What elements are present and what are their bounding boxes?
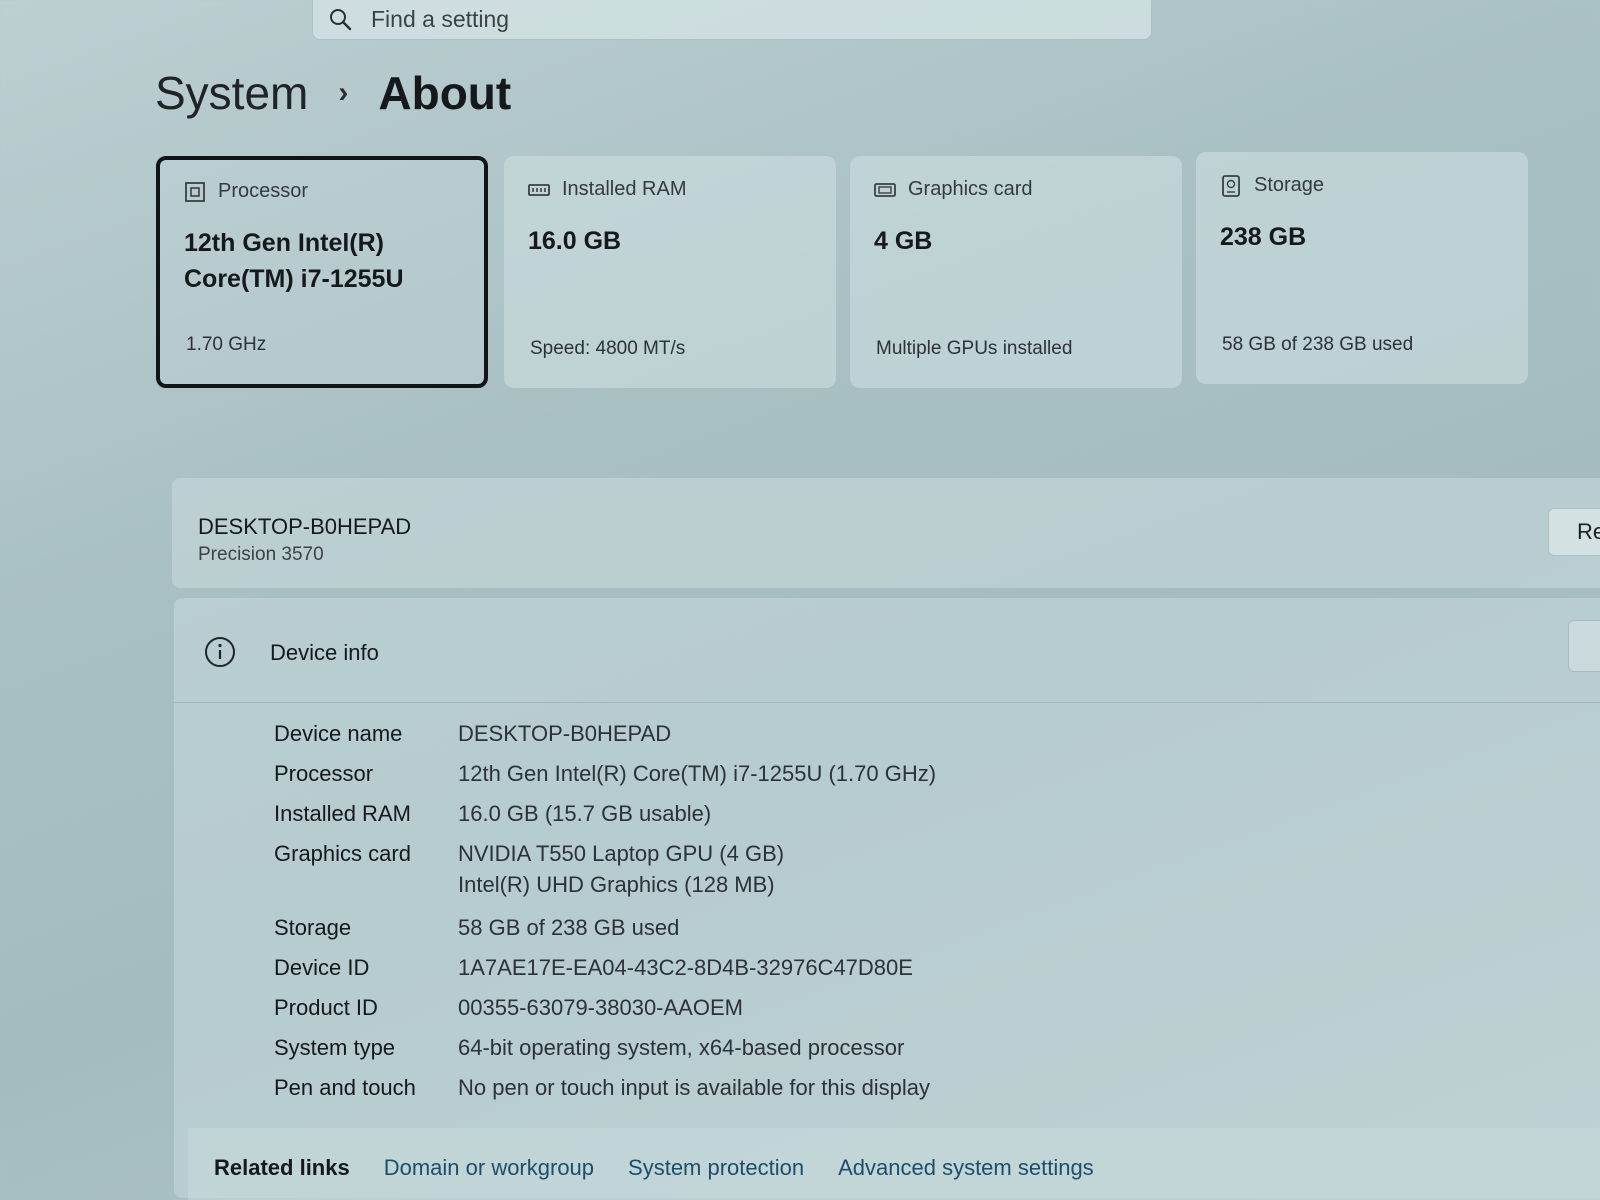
device-model: Precision 3570	[198, 544, 324, 565]
device-specs-list: Device name DESKTOP-B0HEPAD Processor 12th…	[274, 714, 936, 1108]
breadcrumb: System › About	[155, 66, 511, 120]
search-icon	[327, 6, 353, 32]
card-title: Installed RAM	[562, 178, 687, 200]
spec-row: Storage 58 GB of 238 GB used	[274, 908, 936, 948]
rename-button[interactable]: Re	[1548, 508, 1600, 556]
device-info-header[interactable]: Device info	[174, 598, 1600, 703]
spec-value: 1A7AE17E-EA04-43C2-8D4B-32976C47D80E	[458, 955, 913, 980]
card-value: 238 GB	[1220, 223, 1307, 251]
spec-row: System type 64-bit operating system, x64-…	[274, 1028, 936, 1068]
device-info-title: Device info	[270, 640, 379, 665]
collapse-button[interactable]	[1568, 620, 1600, 672]
link-advanced-system-settings[interactable]: Advanced system settings	[838, 1155, 1094, 1181]
graphics-card[interactable]: Graphics card 4 GB Multiple GPUs install…	[850, 156, 1182, 388]
processor-card[interactable]: Processor 12th Gen Intel(R) Core(TM) i7-…	[156, 156, 488, 388]
device-info-panel: Device info Device name DESKTOP-B0HEPAD P…	[174, 598, 1600, 1198]
card-subtext: 1.70 GHz	[186, 334, 267, 355]
info-icon	[204, 636, 236, 668]
related-links-bar: Related links Domain or workgroup System…	[188, 1128, 1600, 1200]
search-box[interactable]	[312, 0, 1152, 40]
spec-row: Device ID 1A7AE17E-EA04-43C2-8D4B-32976C4…	[274, 948, 936, 988]
link-system-protection[interactable]: System protection	[628, 1155, 804, 1181]
spec-key: Graphics card	[274, 841, 411, 866]
spec-key: Device ID	[274, 955, 370, 980]
spec-row: Processor 12th Gen Intel(R) Core(TM) i7-1…	[274, 754, 936, 794]
page-title: About	[378, 67, 512, 119]
spec-value: 64-bit operating system, x64-based proce…	[458, 1035, 905, 1060]
processor-icon	[184, 181, 206, 203]
spec-value: 16.0 GB (15.7 GB usable)	[458, 801, 712, 826]
spec-row: Device name DESKTOP-B0HEPAD	[274, 714, 936, 754]
card-subtext: 58 GB of 238 GB used	[1222, 334, 1414, 355]
card-title: Processor	[218, 180, 309, 202]
spec-key: Storage	[274, 915, 352, 940]
card-subtext: Speed: 4800 MT/s	[530, 338, 686, 359]
spec-value: 58 GB of 238 GB used	[458, 915, 680, 940]
spec-value: NVIDIA T550 Laptop GPU (4 GB) Intel(R) UH…	[458, 838, 784, 900]
card-value: 4 GB	[874, 227, 933, 255]
spec-key: Device name	[274, 721, 403, 746]
spec-value-line: NVIDIA T550 Laptop GPU (4 GB)	[458, 841, 785, 866]
card-subtext: Multiple GPUs installed	[876, 338, 1073, 359]
ram-card[interactable]: Installed RAM 16.0 GB Speed: 4800 MT/s	[504, 156, 836, 388]
card-title: Graphics card	[908, 178, 1033, 200]
search-input[interactable]	[369, 4, 1073, 34]
spec-row: Pen and touch No pen or touch input is av…	[274, 1068, 936, 1108]
card-title: Storage	[1254, 174, 1325, 196]
spec-row: Installed RAM 16.0 GB (15.7 GB usable)	[274, 794, 936, 834]
spec-value-line: Intel(R) UHD Graphics (128 MB)	[458, 872, 775, 897]
spec-row: Graphics card NVIDIA T550 Laptop GPU (4 G…	[274, 838, 936, 900]
storage-card[interactable]: Storage 238 GB 58 GB of 238 GB used	[1196, 152, 1528, 384]
spec-key: Installed RAM	[274, 801, 411, 826]
spec-key: System type	[274, 1035, 396, 1060]
card-value: 12th Gen Intel(R) Core(TM) i7-1255U	[184, 225, 460, 297]
device-name: DESKTOP-B0HEPAD	[198, 514, 412, 539]
graphics-card-icon	[874, 179, 896, 201]
spec-value: DESKTOP-B0HEPAD	[458, 721, 672, 746]
device-name-section: DESKTOP-B0HEPAD Precision 3570	[172, 478, 1600, 588]
spec-key: Processor	[274, 761, 374, 786]
spec-row: Product ID 00355-63079-38030-AAOEM	[274, 988, 936, 1028]
chevron-right-icon: ›	[338, 76, 349, 109]
card-value: 16.0 GB	[528, 227, 622, 255]
spec-key: Pen and touch	[274, 1075, 416, 1100]
spec-value: 12th Gen Intel(R) Core(TM) i7-1255U (1.7…	[458, 761, 937, 786]
card-value-line: Core(TM) i7-1255U	[184, 265, 404, 293]
link-domain-or-workgroup[interactable]: Domain or workgroup	[384, 1155, 594, 1181]
spec-value: No pen or touch input is available for t…	[458, 1075, 931, 1100]
spec-key: Product ID	[274, 995, 378, 1020]
breadcrumb-system[interactable]: System	[155, 66, 308, 120]
related-links-label: Related links	[214, 1155, 350, 1180]
spec-value: 00355-63079-38030-AAOEM	[458, 995, 743, 1020]
card-value-line: 12th Gen Intel(R)	[184, 229, 385, 257]
ram-icon	[528, 179, 550, 201]
storage-icon	[1220, 174, 1242, 197]
